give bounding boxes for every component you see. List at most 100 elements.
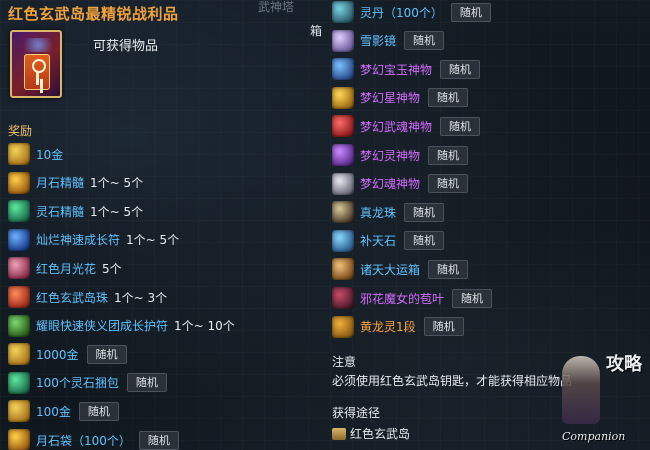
item-name: 补天石 [360, 234, 397, 249]
item-name: 1000金 [36, 347, 79, 362]
fairy-leaf-icon [332, 287, 354, 309]
spirit-stone-essence-icon [8, 200, 30, 223]
gold-ingot-icon [8, 343, 30, 366]
elixir-icon [332, 1, 354, 23]
yellow-dragon-spirit-icon [332, 315, 354, 338]
reward-item-row[interactable]: 灵石精髓 1个~ 5个 [8, 198, 143, 224]
source-link[interactable]: 红色玄武岛 [332, 425, 410, 442]
reward-item-row[interactable]: 月石精髓 1个~ 5个 [8, 170, 143, 196]
random-badge: 随机 [138, 430, 179, 450]
guild-amulet-icon [8, 314, 30, 337]
item-quantity: 1个~ 3个 [114, 290, 168, 305]
item-name: 真龙珠 [360, 205, 397, 220]
item-quantity: 1个~ 5个 [126, 233, 180, 248]
random-badge: 随机 [428, 145, 469, 165]
companion-label: Companion [562, 430, 626, 443]
moonstone-essence-icon [8, 171, 30, 194]
reward-item-row[interactable]: 100个灵石捆包 随机 [8, 370, 167, 396]
island-bead-icon [8, 286, 30, 308]
item-name: 10金 [36, 147, 64, 162]
reward-item-row[interactable]: 灵丹（100个） 随机 [332, 0, 491, 25]
box-label: 箱 [310, 24, 323, 38]
reward-item-row[interactable]: 邪花魔女的苞叶 随机 [332, 285, 493, 311]
reward-item-row[interactable]: 1000金 随机 [8, 341, 127, 367]
item-name: 月石袋（100个） [36, 433, 131, 448]
reward-item-row[interactable]: 10金 [8, 141, 63, 167]
reward-item-row[interactable]: 月石袋（100个） 随机 [8, 427, 179, 450]
reward-item-row[interactable]: 梦幻宝玉神物 随机 [332, 56, 481, 82]
item-name: 黄龙灵1段 [360, 320, 416, 335]
fortune-chest-icon [332, 258, 354, 281]
item-quantity: 1个~ 5个 [90, 204, 144, 219]
item-name: 梦幻星神物 [360, 91, 421, 106]
moonstone-bag-icon [8, 429, 30, 450]
random-badge: 随机 [452, 288, 493, 308]
reward-item-row[interactable]: 红色月光花 5个 [8, 255, 122, 281]
reward-item-row[interactable]: 雪影镜 随机 [332, 28, 445, 54]
dream-spirit-soul-artifact-icon [332, 172, 354, 195]
reward-item-row[interactable]: 红色玄武岛珠 1个~ 3个 [8, 284, 167, 310]
random-badge: 随机 [78, 401, 119, 421]
dream-spirit-artifact-icon [332, 144, 354, 166]
random-badge: 随机 [126, 373, 167, 393]
item-name: 诸天大运箱 [360, 262, 421, 277]
reward-item-row[interactable]: 梦幻星神物 随机 [332, 85, 469, 111]
obtainable-items-label: 可获得物品 [93, 39, 159, 54]
random-badge: 随机 [404, 231, 445, 251]
notice-text: 必须使用红色玄武岛钥匙，才能获得相应物品 [332, 374, 573, 388]
item-name: 月石精髓 [36, 176, 85, 191]
companion-character-icon [562, 356, 600, 424]
reward-item-row[interactable]: 100金 随机 [8, 398, 119, 424]
reward-item-row[interactable]: 补天石 随机 [332, 228, 445, 254]
companion-glyphs: 攻略 [606, 354, 642, 375]
dream-star-artifact-icon [332, 86, 354, 109]
item-name: 100金 [36, 404, 71, 419]
reward-item-row[interactable]: 梦幻魂神物 随机 [332, 171, 469, 197]
random-badge: 随机 [404, 31, 445, 51]
notice-heading: 注意 [332, 355, 357, 369]
dream-jade-artifact-icon [332, 58, 354, 81]
dream-soul-artifact-icon [332, 115, 354, 138]
reward-item-row[interactable]: 诸天大运箱 随机 [332, 256, 469, 282]
item-name: 邪花魔女的苞叶 [360, 291, 445, 306]
item-quantity: 5个 [102, 261, 122, 276]
reward-item-row[interactable]: 耀眼快速侠义团成长护符 1个~ 10个 [8, 313, 235, 339]
item-name: 灿烂神速成长符 [36, 233, 121, 248]
book-icon [332, 427, 346, 440]
random-badge: 随机 [428, 88, 469, 108]
moonlight-flower-icon [8, 257, 30, 280]
dragon-pearl-icon [332, 201, 354, 224]
item-name: 灵石精髓 [36, 204, 85, 219]
random-badge: 随机 [440, 116, 481, 136]
sky-stone-icon [332, 229, 354, 252]
random-badge: 随机 [404, 202, 445, 222]
source-item-label: 红色玄武岛 [350, 427, 411, 441]
spirit-stone-bundle-icon [8, 371, 30, 394]
random-badge: 随机 [440, 59, 481, 79]
reward-item-row[interactable]: 梦幻武魂神物 随机 [332, 113, 481, 139]
gold-ingot-icon [8, 400, 30, 423]
item-name: 梦幻魂神物 [360, 177, 421, 192]
reward-item-row[interactable]: 梦幻灵神物 随机 [332, 142, 469, 168]
page-title: 红色玄武岛最精锐战利品 [8, 5, 179, 23]
reward-item-row[interactable]: 黄龙灵1段 随机 [332, 314, 464, 340]
item-name: 100个灵石捆包 [36, 376, 119, 391]
item-name: 红色玄武岛珠 [36, 290, 109, 305]
gold-ingot-icon [8, 143, 30, 165]
reward-item-row[interactable]: 真龙珠 随机 [332, 199, 445, 225]
growth-talisman-icon [8, 228, 30, 251]
item-name: 梦幻武魂神物 [360, 119, 433, 134]
random-badge: 随机 [428, 259, 469, 279]
reward-section-label: 奖励 [8, 124, 33, 138]
snow-mirror-icon [332, 29, 354, 52]
item-name: 耀眼快速侠义团成长护符 [36, 319, 169, 334]
key-item-icon[interactable] [10, 30, 62, 98]
random-badge: 随机 [428, 174, 469, 194]
reward-item-row[interactable]: 灿烂神速成长符 1个~ 5个 [8, 227, 179, 253]
random-badge: 随机 [450, 2, 491, 22]
item-quantity: 1个~ 10个 [174, 319, 235, 334]
item-name: 雪影镜 [360, 34, 397, 49]
item-name: 梦幻宝玉神物 [360, 62, 433, 77]
source-heading: 获得途径 [332, 406, 381, 420]
random-badge: 随机 [86, 344, 127, 364]
